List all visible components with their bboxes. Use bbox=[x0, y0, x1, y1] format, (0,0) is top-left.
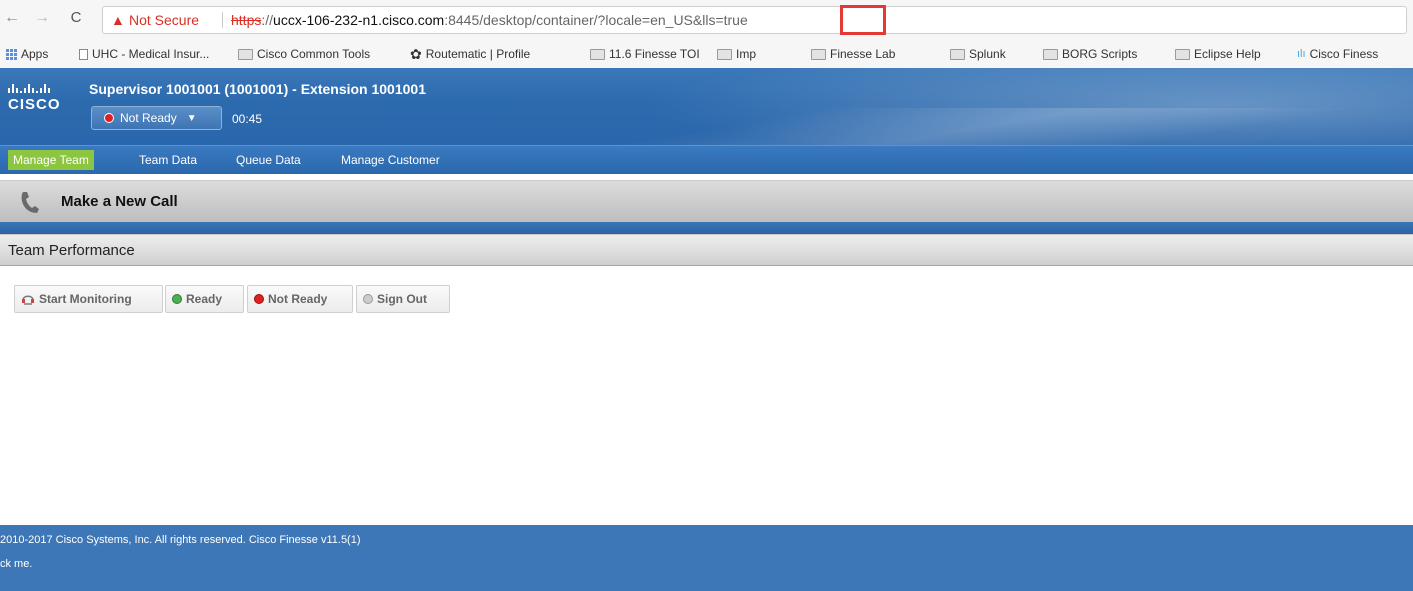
cisco-icon: ılı bbox=[1297, 48, 1306, 60]
browser-nav-bar: ← → C ▲ Not Secure https://uccx-106-232-… bbox=[0, 0, 1413, 40]
address-bar[interactable]: ▲ Not Secure https://uccx-106-232-n1.cis… bbox=[102, 6, 1407, 34]
not-ready-status-icon bbox=[254, 294, 264, 304]
url-highlight-box bbox=[840, 5, 886, 35]
bookmark-label: Imp bbox=[736, 47, 757, 61]
warning-icon: ▲ bbox=[111, 12, 125, 28]
team-performance-header: Team Performance bbox=[0, 234, 1413, 266]
ready-label: Ready bbox=[186, 292, 223, 306]
tab-team-data[interactable]: Team Data bbox=[134, 150, 202, 170]
not-ready-button[interactable]: Not Ready bbox=[247, 285, 353, 313]
bookmark-cisco-finesse[interactable]: ılı Cisco Finess bbox=[1297, 47, 1378, 61]
ready-button[interactable]: Ready bbox=[165, 285, 244, 313]
tab-queue-data[interactable]: Queue Data bbox=[231, 150, 306, 170]
headset-icon bbox=[22, 295, 34, 305]
bookmark-label: Eclipse Help bbox=[1194, 47, 1261, 61]
bookmark-finesse-lab[interactable]: Finesse Lab bbox=[811, 47, 895, 61]
bookmark-uhc[interactable]: UHC - Medical Insur... bbox=[79, 47, 209, 61]
start-monitoring-label: Start Monitoring bbox=[39, 292, 132, 306]
url-scheme: https bbox=[231, 12, 262, 28]
click-me-link[interactable]: ck me. bbox=[0, 558, 32, 570]
tab-manage-team[interactable]: Manage Team bbox=[8, 150, 94, 170]
back-arrow-icon[interactable]: ← bbox=[2, 9, 22, 27]
bookmark-label: Splunk bbox=[969, 47, 1006, 61]
folder-icon bbox=[717, 48, 732, 60]
address-separator bbox=[222, 12, 223, 28]
header-gloss-streak bbox=[420, 108, 1413, 145]
sign-out-button[interactable]: Sign Out bbox=[356, 285, 450, 313]
sign-out-label: Sign Out bbox=[377, 292, 427, 306]
agent-state-label: Not Ready bbox=[120, 111, 177, 125]
cisco-bars-icon bbox=[8, 81, 61, 93]
page-icon bbox=[79, 48, 88, 60]
copyright-text: 2010-2017 Cisco Systems, Inc. All rights… bbox=[0, 534, 361, 546]
chevron-down-icon: ▼ bbox=[186, 112, 197, 124]
tab-bar: Manage Team Team Data Queue Data Manage … bbox=[0, 145, 1413, 174]
cisco-logo: CISCO bbox=[8, 81, 61, 113]
footer: 2010-2017 Cisco Systems, Inc. All rights… bbox=[0, 525, 1413, 591]
reload-icon[interactable]: C bbox=[66, 9, 86, 26]
make-call-label[interactable]: Make a New Call bbox=[61, 193, 178, 210]
folder-icon bbox=[590, 48, 605, 60]
tab-manage-customer[interactable]: Manage Customer bbox=[336, 150, 445, 170]
cisco-wordmark: CISCO bbox=[8, 96, 61, 113]
bookmark-label: Cisco Finess bbox=[1309, 47, 1379, 61]
url-host: uccx-106-232-n1.cisco.com bbox=[273, 12, 445, 28]
start-monitoring-button[interactable]: Start Monitoring bbox=[14, 285, 163, 313]
bookmark-cisco-common-tools[interactable]: Cisco Common Tools bbox=[238, 47, 370, 61]
folder-icon bbox=[238, 48, 253, 60]
bookmark-eclipse-help[interactable]: Eclipse Help bbox=[1175, 47, 1261, 61]
bookmark-apps[interactable]: Apps bbox=[6, 47, 48, 61]
bookmark-finesse-toi[interactable]: 11.6 Finesse TOI bbox=[590, 47, 700, 61]
state-timer: 00:45 bbox=[232, 112, 263, 126]
browser-chrome: ← → C ▲ Not Secure https://uccx-106-232-… bbox=[0, 0, 1413, 69]
folder-icon bbox=[1043, 48, 1058, 60]
folder-icon bbox=[811, 48, 826, 60]
bookmark-label: Finesse Lab bbox=[830, 47, 896, 61]
url-rest: :8445/desktop/container/?locale=en_US&ll… bbox=[444, 12, 748, 28]
phone-handset-icon bbox=[21, 192, 39, 213]
not-ready-label: Not Ready bbox=[268, 292, 328, 306]
make-call-bar[interactable]: Make a New Call bbox=[0, 180, 1413, 223]
bookmark-label: Routematic | Profile bbox=[425, 47, 531, 61]
folder-icon bbox=[950, 48, 965, 60]
bookmark-label: 11.6 Finesse TOI bbox=[609, 47, 700, 61]
supervisor-title: Supervisor 1001001 (1001001) - Extension… bbox=[89, 81, 426, 97]
not-secure-label[interactable]: Not Secure bbox=[129, 7, 199, 33]
ready-status-icon bbox=[172, 294, 182, 304]
gear-icon: ✿ bbox=[410, 46, 422, 62]
sign-out-status-icon bbox=[363, 294, 373, 304]
bookmark-label: Apps bbox=[21, 47, 49, 61]
not-ready-status-icon bbox=[104, 113, 114, 123]
bookmark-imp[interactable]: Imp bbox=[717, 47, 756, 61]
folder-icon bbox=[1175, 48, 1190, 60]
apps-grid-icon bbox=[6, 48, 17, 60]
bookmark-splunk[interactable]: Splunk bbox=[950, 47, 1006, 61]
team-performance-panel: Start Monitoring Ready Not Ready Sign Ou… bbox=[0, 266, 1413, 525]
bookmark-label: UHC - Medical Insur... bbox=[92, 47, 210, 61]
bookmark-label: Cisco Common Tools bbox=[257, 47, 371, 61]
team-performance-title: Team Performance bbox=[8, 242, 135, 259]
bookmark-borg-scripts[interactable]: BORG Scripts bbox=[1043, 47, 1137, 61]
bookmark-routematic[interactable]: ✿ Routematic | Profile bbox=[410, 47, 530, 61]
bookmark-label: BORG Scripts bbox=[1062, 47, 1138, 61]
agent-state-dropdown[interactable]: Not Ready ▼ bbox=[91, 106, 222, 130]
forward-arrow-icon[interactable]: → bbox=[32, 9, 52, 27]
header-divider-strip bbox=[0, 222, 1413, 234]
finesse-header: CISCO Supervisor 1001001 (1001001) - Ext… bbox=[0, 68, 1413, 145]
bookmarks-bar: Apps UHC - Medical Insur... Cisco Common… bbox=[0, 40, 1413, 68]
url-text[interactable]: https://uccx-106-232-n1.cisco.com:8445/d… bbox=[231, 7, 748, 33]
